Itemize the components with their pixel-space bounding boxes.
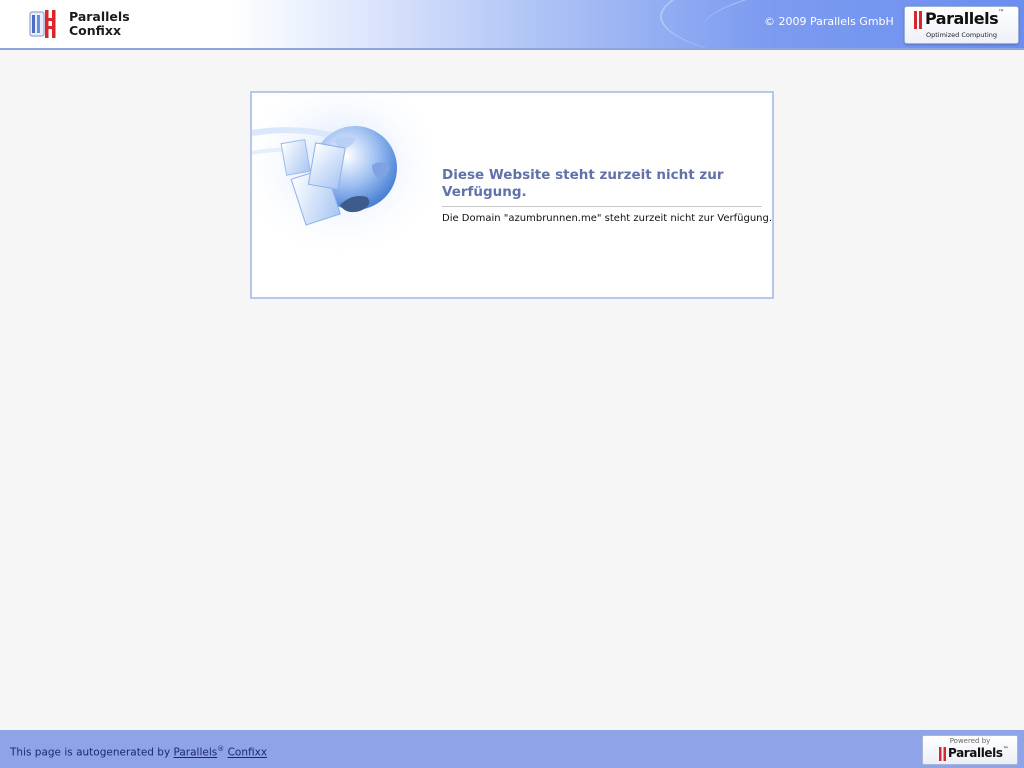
powered-brand-name: Parallels™ <box>948 746 1009 760</box>
footer-confixx-link[interactable]: Confixx <box>228 747 267 759</box>
app-name-line1: Parallels <box>69 9 130 24</box>
parallels-bars-icon <box>939 747 946 761</box>
brand-tagline: Optimized Computing <box>925 31 998 39</box>
confixx-logo-icon <box>29 10 56 38</box>
footer-bar: This page is autogenerated by Parallels®… <box>0 730 1024 768</box>
notice-message: Die Domain "azumbrunnen.me" steht zurzei… <box>442 213 773 224</box>
powered-by-label: Powered by <box>949 737 991 745</box>
app-name: Parallels Confixx <box>69 10 130 38</box>
powered-by-parallels-badge[interactable]: Powered by Parallels™ <box>922 735 1018 765</box>
footer-prefix: This page is autogenerated by <box>10 746 174 759</box>
parallels-bars-icon <box>914 11 922 29</box>
notice-title: Diese Website steht zurzeit nicht zur Ve… <box>442 167 724 200</box>
notice-divider <box>442 206 762 207</box>
header-bar: Parallels Confixx © 2009 Parallels GmbH … <box>0 0 1024 50</box>
brand-name: Parallels™ <box>925 9 1004 28</box>
parallels-brand-logo[interactable]: Parallels™ Optimized Computing <box>904 6 1019 44</box>
copyright-text: © 2009 Parallels GmbH <box>764 15 894 28</box>
registered-mark: ® <box>217 745 225 753</box>
globe-documents-icon <box>252 93 432 253</box>
footer-autogenerated-text: This page is autogenerated by Parallels®… <box>10 745 267 759</box>
app-name-line2: Confixx <box>69 23 122 38</box>
footer-parallels-link[interactable]: Parallels <box>174 747 218 759</box>
unavailable-notice-box: Diese Website steht zurzeit nicht zur Ve… <box>250 91 774 299</box>
